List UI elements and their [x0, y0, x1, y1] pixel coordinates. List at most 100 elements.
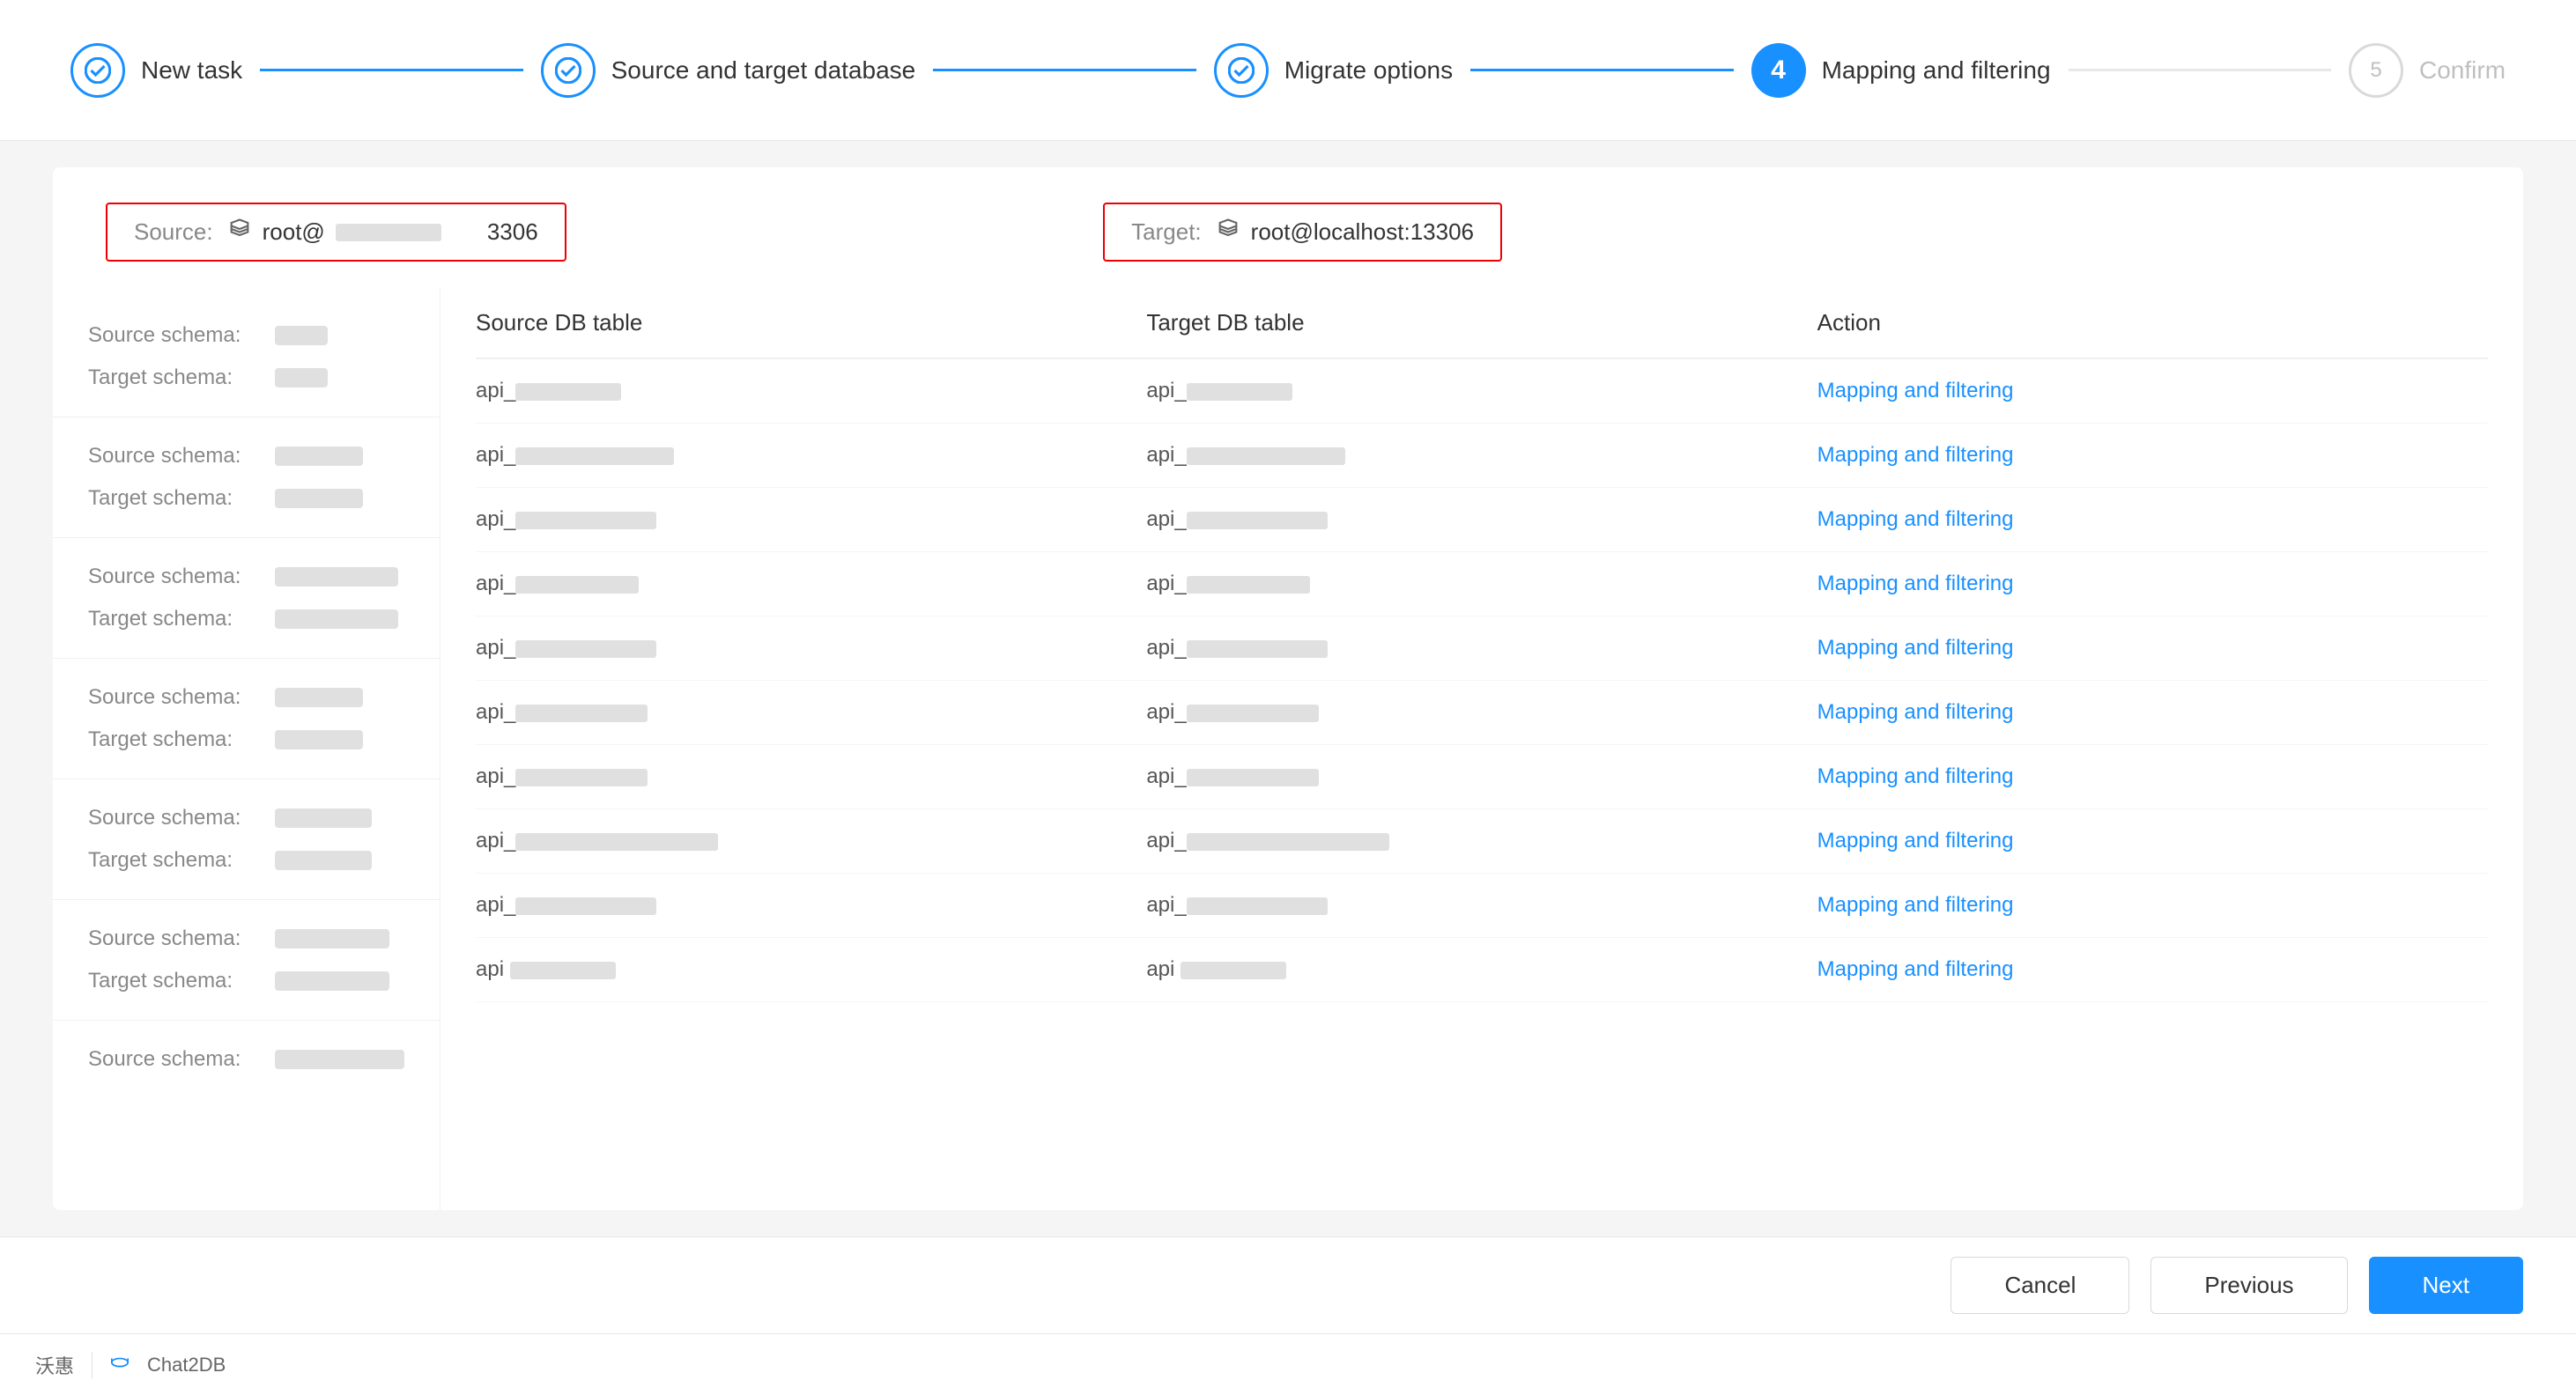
- connector-4: [2069, 69, 2331, 71]
- mapping-link-5[interactable]: Mapping and filtering: [1817, 636, 2014, 660]
- blur: [1187, 640, 1328, 658]
- schema-group-5: Source schema: Target schema:: [53, 779, 440, 900]
- action-cell-5[interactable]: Mapping and filtering: [1817, 636, 2488, 661]
- blur: [515, 769, 648, 786]
- col-source-db-table: Source DB table: [476, 309, 1146, 336]
- blur: [515, 640, 656, 658]
- step-label-new-task: New task: [141, 56, 242, 85]
- blur: [515, 383, 621, 401]
- step-icon-mapping-filtering: 4: [1751, 43, 1806, 98]
- action-cell-4[interactable]: Mapping and filtering: [1817, 572, 2488, 596]
- schema-source-2: Source schema:: [88, 435, 404, 477]
- schema-blur-s3: [275, 567, 398, 587]
- schema-blur-t2: [275, 489, 363, 508]
- source-table-cell: api_: [476, 764, 1146, 789]
- target-db-box: Target: root@localhost:13306: [1103, 203, 1502, 262]
- action-cell-3[interactable]: Mapping and filtering: [1817, 507, 2488, 532]
- step-source-target: Source and target database: [541, 43, 916, 98]
- target-table-cell: api_: [1146, 700, 1817, 725]
- mapping-link-7[interactable]: Mapping and filtering: [1817, 764, 2014, 788]
- target-table-cell: api_: [1146, 829, 1817, 853]
- blur: [515, 705, 648, 722]
- schema-source-6: Source schema:: [88, 918, 404, 960]
- schema-blur-s6: [275, 929, 389, 948]
- target-table-cell: api_: [1146, 572, 1817, 596]
- mapping-link-10[interactable]: Mapping and filtering: [1817, 957, 2014, 981]
- target-value: root@localhost:13306: [1251, 218, 1474, 246]
- mapping-link-2[interactable]: Mapping and filtering: [1817, 443, 2014, 467]
- left-sidebar: Source schema: Target schema: Source sch…: [53, 288, 440, 1210]
- source-table-cell: api_: [476, 507, 1146, 532]
- source-table-cell: api_: [476, 893, 1146, 918]
- schema-target-1: Target schema:: [88, 357, 404, 399]
- blur: [1187, 447, 1345, 465]
- schema-blur-t1: [275, 368, 328, 388]
- footer: Cancel Previous Next: [0, 1236, 2576, 1333]
- schema-source-4: Source schema:: [88, 676, 404, 719]
- mapping-link-1[interactable]: Mapping and filtering: [1817, 379, 2014, 402]
- source-user: root@: [263, 218, 325, 246]
- schema-source-1: Source schema:: [88, 314, 404, 357]
- blur: [515, 576, 639, 594]
- target-table-cell: api_: [1146, 764, 1817, 789]
- action-cell-1[interactable]: Mapping and filtering: [1817, 379, 2488, 403]
- mapping-link-9[interactable]: Mapping and filtering: [1817, 893, 2014, 917]
- schema-blur-t3: [275, 609, 398, 629]
- action-cell-7[interactable]: Mapping and filtering: [1817, 764, 2488, 789]
- target-table-cell: api_: [1146, 893, 1817, 918]
- brand-label: 沃惠: [35, 1351, 74, 1379]
- table-row: api_ api_ Mapping and filtering: [476, 809, 2488, 874]
- right-table: Source DB table Target DB table Action a…: [440, 288, 2523, 1210]
- app-label: Chat2DB: [147, 1354, 226, 1377]
- action-cell-8[interactable]: Mapping and filtering: [1817, 829, 2488, 853]
- mapping-link-8[interactable]: Mapping and filtering: [1817, 829, 2014, 852]
- schema-blur-s5: [275, 808, 372, 828]
- source-table-cell: api_: [476, 636, 1146, 661]
- previous-button[interactable]: Previous: [2150, 1257, 2347, 1314]
- source-host-blur: [336, 224, 441, 241]
- source-table-cell: api_: [476, 572, 1146, 596]
- schema-target-4: Target schema:: [88, 719, 404, 761]
- target-db-icon: [1216, 217, 1240, 247]
- target-table-cell: api_: [1146, 443, 1817, 468]
- blur: [515, 897, 656, 915]
- schema-source-5: Source schema:: [88, 797, 404, 839]
- bottom-bar: 沃惠 Chat2DB: [0, 1333, 2576, 1395]
- mapping-link-6[interactable]: Mapping and filtering: [1817, 700, 2014, 724]
- source-table-cell: api: [476, 957, 1146, 982]
- target-table-cell: api_: [1146, 379, 1817, 403]
- step-label-source-target: Source and target database: [611, 56, 916, 85]
- target-table-cell: api_: [1146, 636, 1817, 661]
- stepper-bar: New task Source and target database: [0, 0, 2576, 141]
- next-button[interactable]: Next: [2369, 1257, 2523, 1314]
- blur: [1187, 512, 1328, 529]
- connector-3: [1470, 69, 1733, 71]
- mapping-link-4[interactable]: Mapping and filtering: [1817, 572, 2014, 595]
- cancel-button[interactable]: Cancel: [1951, 1257, 2129, 1314]
- blur: [515, 512, 656, 529]
- table-row: api_ api_ Mapping and filtering: [476, 424, 2488, 488]
- schema-group-1: Source schema: Target schema:: [53, 297, 440, 417]
- col-target-db-table: Target DB table: [1146, 309, 1817, 336]
- step-icon-source-target: [541, 43, 596, 98]
- action-cell-9[interactable]: Mapping and filtering: [1817, 893, 2488, 918]
- source-port: 3306: [487, 218, 538, 246]
- step-label-confirm: Confirm: [2419, 56, 2506, 85]
- schema-blur-s4: [275, 688, 363, 707]
- schema-target-6: Target schema:: [88, 960, 404, 1002]
- action-cell-10[interactable]: Mapping and filtering: [1817, 957, 2488, 982]
- mapping-link-3[interactable]: Mapping and filtering: [1817, 507, 2014, 531]
- table-row: api_ api_ Mapping and filtering: [476, 681, 2488, 745]
- schema-blur-t6: [275, 971, 389, 991]
- col-action: Action: [1817, 309, 2488, 336]
- table-row: api_ api_ Mapping and filtering: [476, 745, 2488, 809]
- blur: [1187, 833, 1389, 851]
- db-header-row: Source: root@ 3306 Target:: [53, 167, 2523, 288]
- schema-source-7: Source schema:: [88, 1038, 404, 1081]
- action-cell-2[interactable]: Mapping and filtering: [1817, 443, 2488, 468]
- blur: [1187, 576, 1310, 594]
- table-row: api_ api_ Mapping and filtering: [476, 874, 2488, 938]
- source-db-icon: [227, 217, 252, 247]
- blur: [1181, 962, 1286, 979]
- action-cell-6[interactable]: Mapping and filtering: [1817, 700, 2488, 725]
